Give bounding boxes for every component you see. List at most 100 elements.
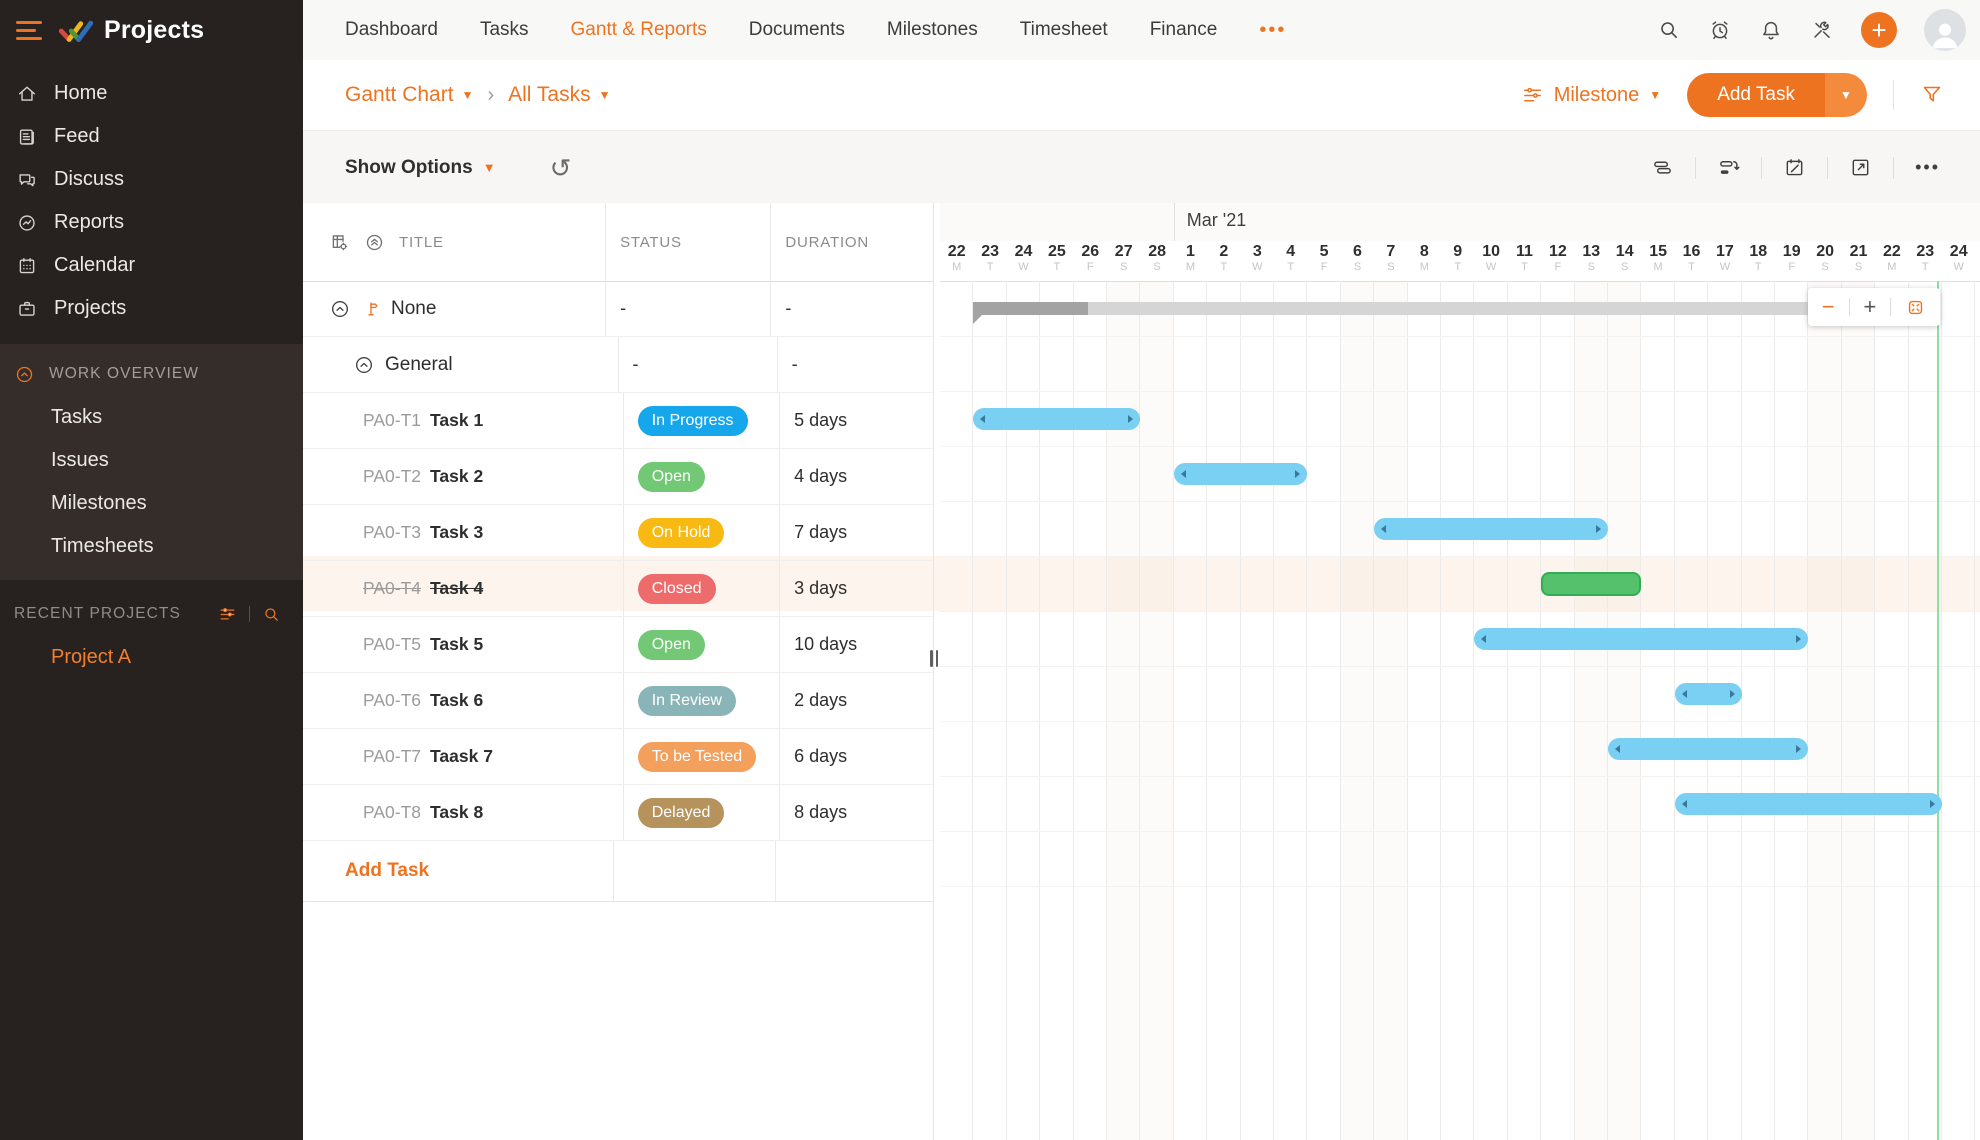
fit-to-screen-icon[interactable] (1905, 297, 1926, 318)
more-tabs-icon[interactable]: ••• (1259, 19, 1286, 42)
tab-timesheet[interactable]: Timesheet (1020, 19, 1108, 41)
tab-finance[interactable]: Finance (1150, 19, 1218, 41)
timer-icon[interactable] (1708, 18, 1732, 42)
drag-handle-right[interactable] (1729, 689, 1735, 698)
work-overview-header[interactable]: WORK OVERVIEW (0, 352, 303, 396)
quick-add-button[interactable]: + (1861, 12, 1897, 48)
collapse-group-icon[interactable] (353, 354, 375, 376)
task-name: Task 3 (430, 522, 484, 542)
gantt-bar-pa0-t6[interactable] (1674, 682, 1742, 705)
breadcrumb-gantt-chart[interactable]: Gantt Chart ▼ (345, 83, 473, 107)
collapse-group-icon[interactable] (329, 298, 351, 320)
zoom-out-button[interactable]: − (1822, 296, 1835, 318)
gantt-bar-pa0-t5[interactable] (1474, 627, 1809, 650)
drag-handle-right[interactable] (1796, 634, 1802, 643)
drag-handle-left[interactable] (1681, 689, 1687, 698)
sidebar-item-calendar[interactable]: Calendar (0, 244, 303, 287)
search-projects-icon[interactable] (262, 605, 281, 624)
table-row-pa0-t3[interactable]: PA0-T3 Task 3 On Hold 7 days (303, 505, 933, 561)
filter-funnel-icon[interactable] (1920, 83, 1944, 107)
status-column-header: STATUS (606, 203, 772, 281)
user-avatar[interactable] (1924, 9, 1966, 51)
add-task-button[interactable]: Add Task ▼ (1687, 73, 1867, 117)
tab-documents[interactable]: Documents (749, 19, 845, 41)
status-badge[interactable]: Delayed (637, 797, 725, 828)
sidebar-item-timesheets[interactable]: Timesheets (0, 525, 303, 568)
add-task-link[interactable]: Add Task (345, 860, 429, 882)
status-badge[interactable]: To be Tested (637, 741, 757, 772)
sidebar-item-projects[interactable]: Projects (0, 287, 303, 330)
tab-tasks[interactable]: Tasks (480, 19, 529, 41)
undo-icon[interactable]: ↺ (550, 155, 572, 181)
search-icon[interactable] (1657, 18, 1681, 42)
hamburger-menu-icon[interactable] (16, 20, 42, 40)
notifications-bell-icon[interactable] (1759, 18, 1783, 42)
sidebar-item-issues[interactable]: Issues (0, 439, 303, 482)
group-by-selector[interactable]: Milestone ▼ (1521, 84, 1661, 107)
status-badge[interactable]: Open (637, 461, 705, 492)
drag-handle-left[interactable] (1381, 524, 1387, 533)
more-options-icon[interactable]: ••• (1915, 157, 1940, 178)
sidebar-item-tasks[interactable]: Tasks (0, 396, 303, 439)
drag-handle-left[interactable] (1180, 469, 1186, 478)
gantt-bar-pa0-t4[interactable] (1541, 571, 1642, 596)
timeline-day: 21 S (1842, 241, 1875, 281)
settings-tools-icon[interactable] (1810, 18, 1834, 42)
collapse-all-icon[interactable] (364, 232, 385, 253)
show-options-button[interactable]: Show Options ▼ (303, 157, 496, 179)
tab-milestones[interactable]: Milestones (887, 19, 978, 41)
drag-handle-left[interactable] (1615, 744, 1620, 753)
filter-sliders-icon[interactable] (218, 605, 237, 624)
exclude-weekends-icon[interactable] (1783, 156, 1806, 179)
sidebar-item-feed[interactable]: Feed (0, 115, 303, 158)
task-status-cell: To be Tested (624, 729, 781, 784)
status-badge[interactable]: Closed (637, 573, 716, 604)
column-settings-icon[interactable] (329, 232, 350, 253)
status-badge[interactable]: On Hold (637, 517, 725, 548)
reschedule-icon[interactable] (1717, 156, 1740, 179)
status-badge[interactable]: In Review (637, 685, 736, 716)
summary-bar[interactable] (973, 302, 1931, 324)
drag-handle-left[interactable] (1481, 634, 1487, 643)
drag-handle-right[interactable] (1295, 469, 1301, 478)
pane-resize-handle[interactable] (927, 643, 941, 673)
sidebar-item-milestones[interactable]: Milestones (0, 482, 303, 525)
tab-dashboard[interactable]: Dashboard (345, 19, 438, 41)
gantt-bar-pa0-t8[interactable] (1674, 792, 1942, 815)
table-row-pa0-t6[interactable]: PA0-T6 Task 6 In Review 2 days (303, 673, 933, 729)
table-row-pa0-t7[interactable]: PA0-T7 Taask 7 To be Tested 6 days (303, 729, 933, 785)
zoom-in-button[interactable]: + (1863, 296, 1876, 318)
work-overview-label: WORK OVERVIEW (49, 365, 200, 382)
status-badge[interactable]: Open (637, 629, 705, 660)
table-row-pa0-t2[interactable]: PA0-T2 Task 2 Open 4 days (303, 449, 933, 505)
sidebar-item-reports[interactable]: Reports (0, 201, 303, 244)
table-row-pa0-t1[interactable]: PA0-T1 Task 1 In Progress 5 days (303, 393, 933, 449)
recent-projects-label: RECENT PROJECTS (14, 605, 181, 622)
day-of-week: S (1821, 261, 1829, 273)
gantt-bar-pa0-t7[interactable] (1608, 737, 1809, 760)
gantt-bar-pa0-t2[interactable] (1173, 462, 1308, 485)
sidebar-item-discuss[interactable]: Discuss (0, 158, 303, 201)
drag-handle-right[interactable] (1595, 524, 1601, 533)
sidebar-item-home[interactable]: Home (0, 72, 303, 115)
fullscreen-icon[interactable] (1849, 156, 1872, 179)
gantt-bar-pa0-t3[interactable] (1374, 517, 1608, 540)
recent-project-project-a[interactable]: Project A (0, 636, 303, 679)
drag-handle-right[interactable] (1128, 414, 1134, 423)
drag-handle-left[interactable] (1681, 799, 1687, 808)
add-task-dropdown[interactable]: ▼ (1825, 73, 1867, 117)
status-badge[interactable]: In Progress (637, 405, 748, 436)
group-row-general: General - - (303, 337, 933, 393)
drag-handle-right[interactable] (1929, 799, 1935, 808)
table-row-pa0-t5[interactable]: PA0-T5 Task 5 Open 10 days (303, 617, 933, 673)
baseline-view-icon[interactable] (1651, 156, 1674, 179)
drag-handle-left[interactable] (980, 414, 986, 423)
tab-gantt-reports[interactable]: Gantt & Reports (571, 19, 707, 41)
breadcrumb-all-tasks[interactable]: All Tasks ▼ (508, 83, 610, 107)
grid-column (1875, 281, 1909, 1140)
table-row-pa0-t4[interactable]: PA0-T4 Task 4 Closed 3 days (303, 561, 933, 617)
drag-handle-right[interactable] (1796, 744, 1802, 753)
table-row-pa0-t8[interactable]: PA0-T8 Task 8 Delayed 8 days (303, 785, 933, 841)
month-divider (1173, 203, 1175, 241)
gantt-bar-pa0-t1[interactable] (973, 407, 1141, 430)
